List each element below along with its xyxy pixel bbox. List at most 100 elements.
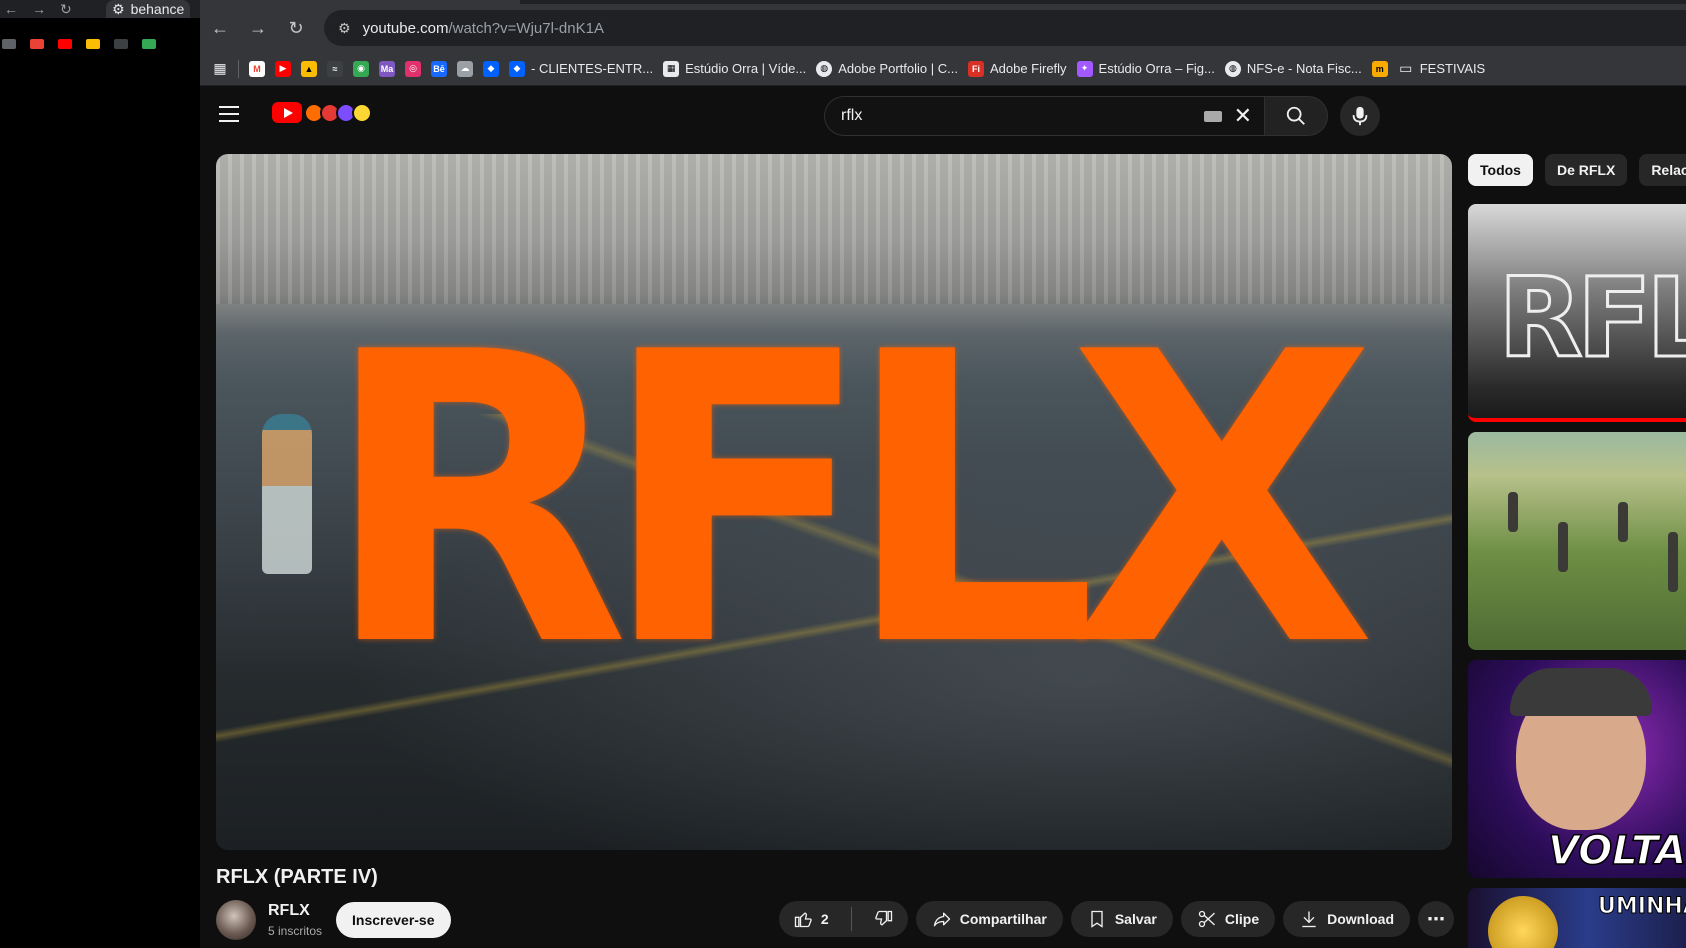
thumbnail-trophy [1488, 896, 1558, 948]
youtube-icon[interactable] [58, 39, 72, 49]
back-tab-title: behance [130, 1, 185, 17]
more-actions-icon[interactable]: ⋯ [1418, 901, 1454, 937]
tab-strip [200, 0, 1686, 4]
drive-icon[interactable] [86, 39, 100, 49]
like-button[interactable]: 2 [779, 901, 843, 937]
painting-figure [1558, 522, 1568, 572]
video-player[interactable]: RFLX [216, 154, 1452, 850]
bookmark-save-icon [1091, 910, 1103, 928]
channel-name[interactable]: RFLX [268, 902, 322, 920]
like-dislike-group: 2 [778, 901, 908, 937]
share-icon [933, 912, 950, 927]
chip-de-rflx[interactable]: De RFLX [1544, 154, 1628, 186]
drive-bookmark-icon[interactable]: ▲ [301, 60, 317, 77]
bookmark-miro[interactable]: m [1371, 60, 1388, 77]
search-input[interactable] [841, 107, 1204, 125]
figma-icon: ✦ [1076, 60, 1093, 77]
download-label: Download [1327, 911, 1394, 927]
bookmark-icon[interactable]: ≈ [327, 60, 343, 77]
chip-relacionados[interactable]: Relacion [1639, 154, 1686, 186]
forward-arrow-icon[interactable]: → [32, 1, 46, 17]
back-arrow-icon[interactable]: ← [210, 18, 230, 39]
site-settings-icon[interactable]: ⚙ [338, 20, 351, 37]
bookmark-folder-festivais[interactable]: ▭ FESTIVAIS [1398, 60, 1486, 77]
video-actions: 2 Compartilhar Salvar Clipe Download ⋯ [778, 901, 1454, 937]
search-icon [1286, 106, 1305, 125]
subscribe-button[interactable]: Inscrever-se [336, 902, 451, 938]
globe-icon: ◍ [1224, 60, 1241, 77]
clip-label: Clipe [1224, 911, 1260, 927]
video-title: RFLX (PARTE IV) [216, 866, 378, 888]
meet-bookmark-icon[interactable]: ◉ [353, 60, 369, 77]
related-filter-chips: Todos De RFLX Relacion [1468, 154, 1686, 186]
bookmark-label: Adobe Firefly [989, 61, 1067, 76]
search-button[interactable] [1264, 96, 1328, 136]
share-button[interactable]: Compartilhar [915, 901, 1063, 937]
video-wordmark-text: RFLX [321, 269, 1377, 734]
voice-search-button[interactable] [1340, 96, 1380, 136]
related-video-thumbnail[interactable]: VOLTA [1468, 660, 1686, 878]
bookmark-label: Estúdio Orra | Víde... [685, 61, 807, 76]
dropbox-bookmark-icon[interactable]: ◆ [483, 60, 499, 77]
search-field[interactable]: ✕ [824, 96, 1264, 136]
scissors-icon [1198, 910, 1215, 928]
save-button[interactable]: Salvar [1070, 901, 1173, 937]
painting-figure [1668, 532, 1678, 592]
share-label: Compartilhar [959, 911, 1047, 927]
like-divider [850, 907, 852, 931]
bookmark-adobe-portfolio[interactable]: ◍ Adobe Portfolio | C... [816, 60, 958, 77]
workspace-icon[interactable] [142, 39, 156, 49]
keyboard-icon[interactable] [1203, 110, 1222, 122]
bookmark-label: FESTIVAIS [1419, 61, 1486, 76]
channel-avatar[interactable] [216, 900, 256, 940]
gmail-icon[interactable] [30, 39, 44, 49]
back-bookmarks-bar [0, 33, 156, 55]
download-button[interactable]: Download [1283, 901, 1410, 937]
apps-icon[interactable] [2, 39, 16, 49]
instagram-bookmark-icon[interactable]: ◎ [405, 60, 421, 77]
bookmark-label: Estúdio Orra – Fig... [1098, 61, 1215, 76]
back-tab-behance[interactable]: ⚙ behance [106, 0, 191, 18]
chip-todos[interactable]: Todos [1468, 154, 1533, 186]
bookmark-estudio-orra-figma[interactable]: ✦ Estúdio Orra – Fig... [1076, 60, 1215, 77]
youtube-bookmark-icon[interactable]: ▶ [275, 60, 291, 77]
hamburger-menu-icon[interactable] [214, 99, 244, 129]
bookmark-nfse[interactable]: ◍ NFS-e - Nota Fisc... [1224, 60, 1362, 77]
related-video-thumbnail[interactable]: RFLX [1468, 204, 1686, 422]
gmail-bookmark-icon[interactable]: M [249, 60, 265, 77]
firefly-icon: Fi [967, 60, 984, 77]
forward-arrow-icon[interactable]: → [248, 18, 268, 39]
clip-button[interactable]: Clipe [1180, 901, 1276, 937]
bookmark-estudio-orra-video[interactable]: ▦ Estúdio Orra | Víde... [663, 60, 807, 77]
back-arrow-icon[interactable]: ← [4, 1, 18, 17]
thumbs-down-icon [874, 910, 892, 926]
like-count: 2 [820, 911, 829, 927]
reload-icon[interactable]: ↻ [60, 1, 72, 18]
dislike-button[interactable] [860, 901, 908, 937]
reload-icon[interactable]: ↻ [286, 18, 306, 39]
doodle-icon [304, 102, 372, 123]
url-path: /watch?v=Wju7l-dnK1A [448, 19, 604, 37]
bookmark-clientes[interactable]: ◆ - CLIENTES-ENTR... [509, 60, 653, 77]
save-label: Salvar [1114, 911, 1157, 927]
search-bar: ✕ [824, 96, 1380, 136]
site-settings-icon: ⚙ [112, 0, 125, 17]
mastodon-bookmark-icon[interactable]: Ma [379, 60, 395, 77]
url-field[interactable]: ⚙ youtube.com/watch?v=Wju7l-dnK1A [324, 10, 1686, 46]
bookmark-icon[interactable] [114, 39, 128, 49]
thumbnail-cap [1510, 668, 1652, 716]
related-video-thumbnail[interactable] [1468, 432, 1686, 650]
video-owner: RFLX 5 inscritos [216, 900, 322, 940]
grid-favicon-icon: ▦ [663, 60, 680, 77]
youtube-masthead: ✕ [200, 86, 1686, 142]
behance-bookmark-icon[interactable]: Bē [431, 60, 447, 77]
clear-search-icon[interactable]: ✕ [1234, 103, 1252, 129]
apps-grid-icon[interactable]: ▦ [212, 60, 228, 77]
video-wordmark: RFLX [216, 154, 1452, 850]
cloud-bookmark-icon[interactable]: ☁ [457, 60, 473, 77]
youtube-logo[interactable] [272, 102, 372, 123]
browser-window: ← → ↻ ⚙ youtube.com/watch?v=Wju7l-dnK1A … [200, 0, 1686, 948]
related-video-thumbnail[interactable]: UMINHA [1468, 888, 1686, 948]
thumbs-up-icon [794, 912, 812, 928]
bookmark-adobe-firefly[interactable]: Fi Adobe Firefly [967, 60, 1067, 77]
